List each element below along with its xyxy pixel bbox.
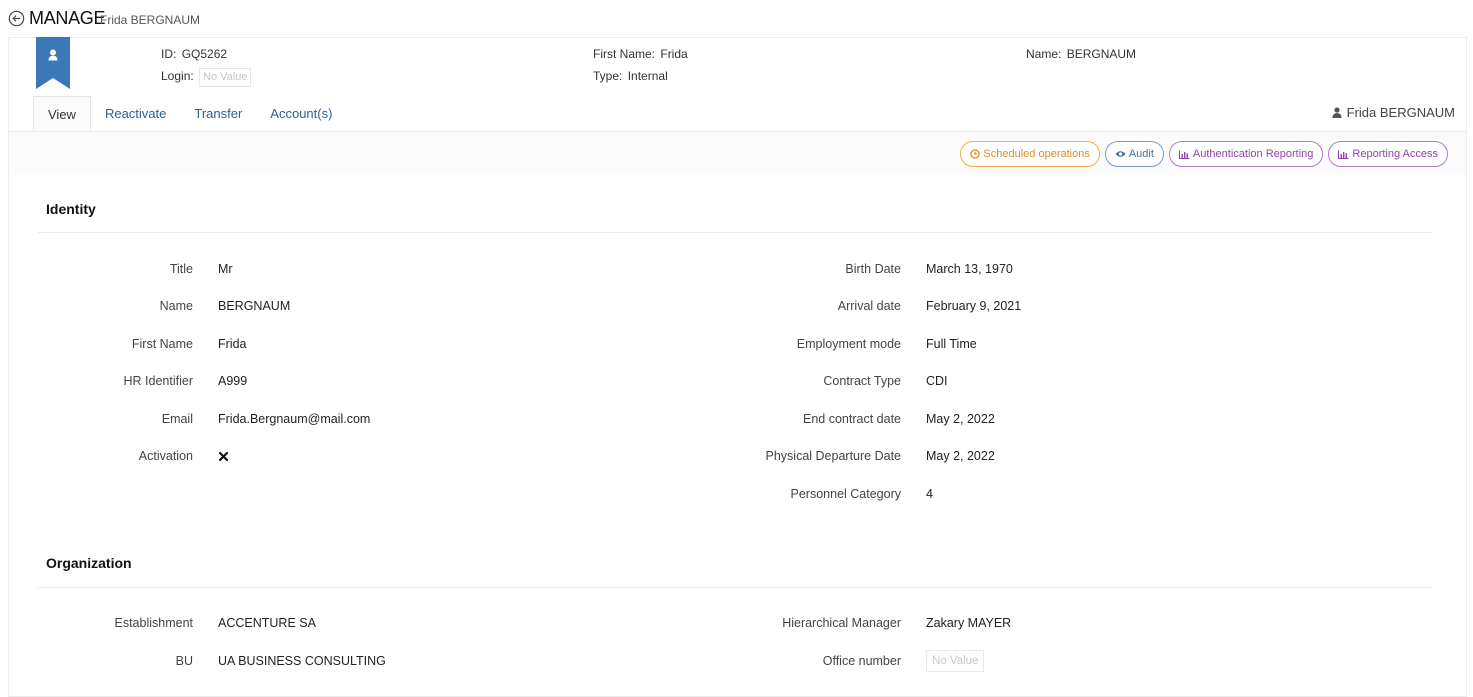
summary-id: ID: GQ5262	[161, 47, 228, 61]
bar-chart-icon	[1338, 150, 1349, 159]
reporting-access-button[interactable]: Reporting Access	[1328, 141, 1448, 167]
clock-icon	[970, 149, 981, 159]
tab-view[interactable]: View	[33, 96, 91, 132]
summary-type: Type: Internal	[593, 69, 668, 83]
current-user: Frida BERGNAUM	[1332, 105, 1455, 120]
summary-first-name: First Name: Frida	[593, 47, 688, 61]
user-ribbon-icon	[36, 37, 70, 89]
identity-divider	[38, 232, 1433, 233]
tab-bar: View Reactivate Transfer Account(s)	[33, 96, 346, 132]
bar-chart-icon	[1178, 150, 1190, 159]
organization-section-title: Organization	[46, 555, 132, 571]
activation-cross-icon	[219, 452, 228, 461]
tab-transfer[interactable]: Transfer	[180, 96, 256, 132]
user-icon	[1332, 107, 1342, 118]
action-bar: Scheduled operations Audit Authenticatio…	[9, 131, 1466, 175]
login-no-value: No Value	[199, 68, 252, 87]
tab-accounts[interactable]: Account(s)	[256, 96, 346, 132]
summary-login: Login: No Value	[161, 68, 252, 87]
page-subtitle: Frida BERGNAUM	[100, 13, 201, 27]
current-user-name: Frida BERGNAUM	[1346, 105, 1455, 120]
organization-divider	[38, 587, 1433, 588]
eye-icon	[1115, 151, 1126, 157]
authentication-reporting-button[interactable]: Authentication Reporting	[1168, 141, 1324, 167]
scheduled-operations-button[interactable]: Scheduled operations	[960, 141, 1100, 167]
top-bar: MANAGE Frida BERGNAUM	[0, 0, 1473, 38]
office-number-no-value: No Value	[926, 650, 985, 672]
summary-name: Name: BERGNAUM	[1026, 47, 1137, 61]
back-arrow-icon[interactable]	[8, 10, 25, 27]
tab-reactivate[interactable]: Reactivate	[91, 96, 180, 132]
identity-section-title: Identity	[46, 201, 96, 217]
audit-button[interactable]: Audit	[1104, 141, 1164, 167]
page-title: MANAGE	[29, 8, 106, 28]
